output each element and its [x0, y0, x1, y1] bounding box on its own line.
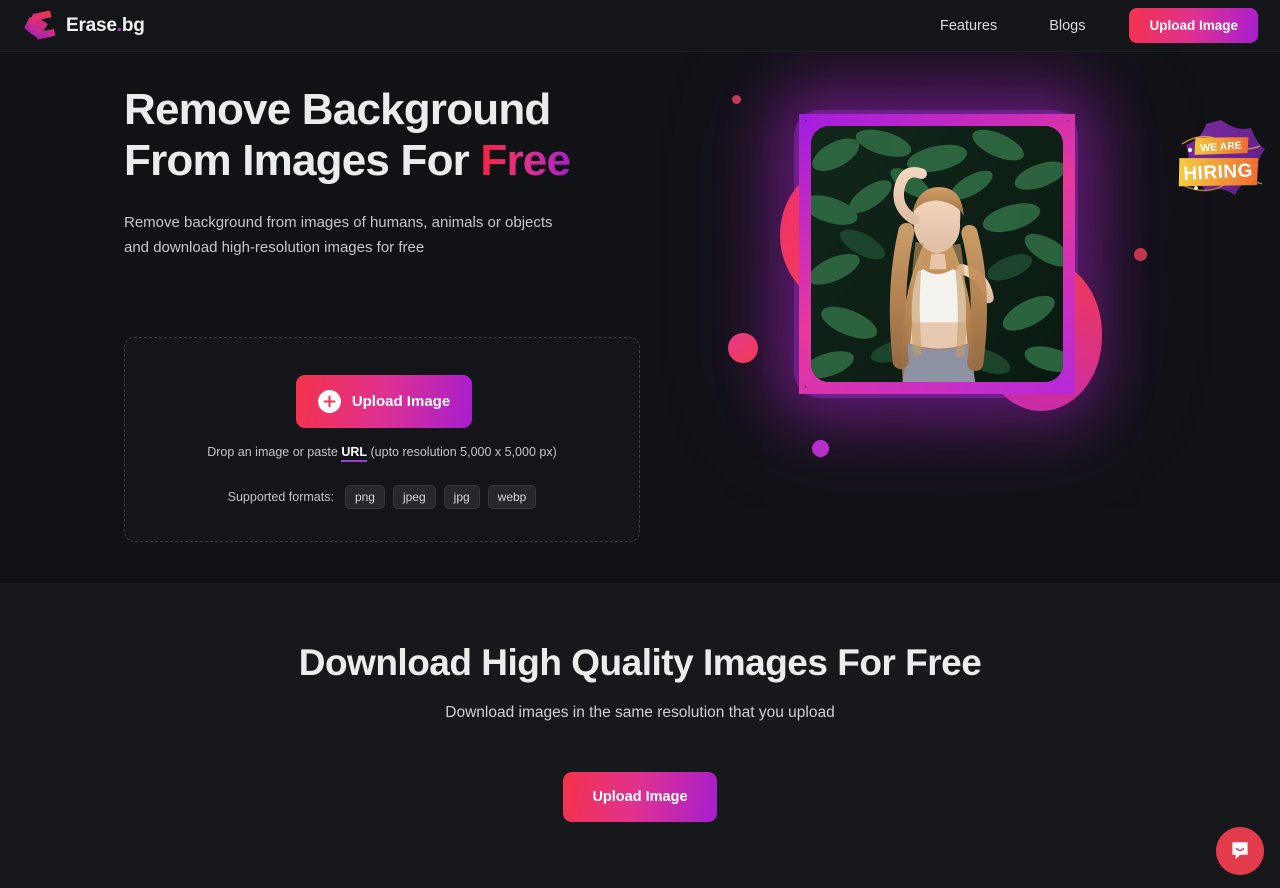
upload-image-button-label: Upload Image: [351, 393, 451, 410]
decorative-dot-4: [1134, 248, 1147, 261]
dropzone-hint-prefix: Drop an image or paste: [207, 445, 342, 459]
hero-photo-illustration: [811, 126, 1063, 382]
badge-line2-text: HIRING: [1183, 160, 1254, 185]
download-section-subtitle: Download images in the same resolution t…: [445, 704, 835, 721]
plus-circle-icon: [317, 390, 341, 413]
hero-photo-frame: [799, 114, 1075, 394]
brand-suffix: bg: [121, 14, 145, 36]
hero-title-accent: Free: [480, 136, 571, 185]
hero-subtitle-line1: Remove background from images of humans,…: [124, 214, 553, 231]
decorative-dot-3: [812, 440, 829, 457]
hero-subtitle-line2: and download high-resolution images for …: [124, 239, 425, 256]
dropzone-hint-suffix: (upto resolution 5,000 x 5,000 px): [367, 445, 557, 459]
format-chip-webp[interactable]: webp: [487, 485, 537, 509]
hero-subtitle: Remove background from images of humans,…: [124, 210, 654, 260]
download-section-upload-button[interactable]: Upload Image: [563, 772, 717, 822]
hero-copy: Remove Background From Images For Free R…: [124, 84, 684, 260]
nav-link-features[interactable]: Features: [914, 18, 1023, 34]
nav-link-blogs[interactable]: Blogs: [1023, 18, 1111, 34]
hero-title-line1: Remove Background: [124, 85, 551, 134]
brand-logo[interactable]: Erase.bg: [22, 10, 145, 41]
chat-widget-button[interactable]: [1216, 827, 1264, 875]
we-are-hiring-badge-icon: WE ARE HIRING: [1178, 120, 1265, 195]
main-navigation: Features Blogs Upload Image: [914, 8, 1258, 43]
chat-bubble-smile-icon: [1232, 842, 1248, 860]
hero-photo: [811, 126, 1063, 382]
download-section-title: Download High Quality Images For Free: [298, 642, 982, 683]
we-are-hiring-badge[interactable]: WE ARE HIRING: [1170, 114, 1272, 216]
page-root: Erase.bg Features Blogs Upload Image Rem…: [0, 0, 1280, 888]
brand-name: Erase.bg: [66, 15, 145, 37]
upload-image-button[interactable]: Upload Image: [296, 375, 472, 428]
paste-url-link[interactable]: URL: [341, 445, 368, 462]
supported-formats-row: Supported formats: png jpeg jpg webp: [125, 485, 639, 509]
hero-section: Remove Background From Images For Free R…: [0, 52, 1280, 583]
format-chip-png[interactable]: png: [344, 485, 385, 509]
dropzone-hint: Drop an image or paste URL (upto resolut…: [125, 445, 639, 462]
format-chip-jpg[interactable]: jpg: [443, 485, 480, 509]
upload-dropzone[interactable]: Upload Image Drop an image or paste URL …: [124, 337, 640, 542]
erase-bg-diamond-logo-icon: [24, 10, 56, 39]
decorative-dot-1: [732, 95, 741, 104]
download-section: Download High Quality Images For Free Do…: [0, 583, 1280, 888]
hero-title-line2: From Images For: [124, 136, 481, 185]
page-title: Remove Background From Images For Free: [124, 84, 684, 186]
format-chip-jpeg[interactable]: jpeg: [392, 485, 436, 509]
brand-name-text: Erase: [66, 14, 117, 36]
decorative-dot-2: [728, 333, 758, 363]
hero-artwork: [694, 52, 1156, 507]
supported-formats-label: Supported formats:: [227, 490, 334, 504]
header-upload-image-button[interactable]: Upload Image: [1129, 8, 1258, 43]
site-header: Erase.bg Features Blogs Upload Image: [0, 0, 1280, 52]
